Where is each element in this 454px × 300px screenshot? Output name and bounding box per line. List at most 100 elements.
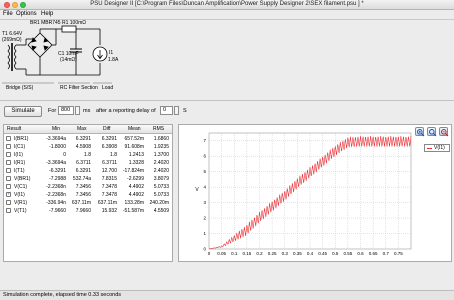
bridge-rectifier-symbol <box>26 29 53 76</box>
row-min: -6.3291 <box>49 168 66 174</box>
row-mean: 4.4902 <box>128 192 144 198</box>
x-tick-label: 0.25 <box>268 251 277 256</box>
menu-options[interactable]: Options <box>16 11 37 17</box>
row-name: I(C1) <box>14 144 26 150</box>
menu-help[interactable]: Help <box>41 11 53 17</box>
duration-input[interactable]: 800 <box>58 106 74 115</box>
rectifier-label: BR1 MBR745 <box>30 20 61 26</box>
schematic-canvas[interactable]: BR1 MBR745 T1 6.64V (269mΩ) R1 100mΩ C1 … <box>0 20 454 99</box>
row-max: 6.3291 <box>75 168 91 174</box>
row-diff: 6.3711 <box>102 160 117 166</box>
y-tick-label: 3 <box>203 200 206 205</box>
delay-stepper[interactable] <box>174 106 179 115</box>
table-row[interactable]: I(T1) -6.3291 6.3291 12.700 -17.824m 2.4020 <box>4 167 172 175</box>
row-mean: 657.52m <box>124 136 144 142</box>
row-mean: 1.2413 <box>128 152 144 158</box>
close-window-button[interactable] <box>4 2 10 8</box>
row-checkbox[interactable] <box>6 152 11 157</box>
row-checkbox[interactable] <box>6 184 11 189</box>
row-rms: 3.8079 <box>153 176 169 182</box>
x-tick-label: 0.4 <box>307 251 314 256</box>
ms-label: ms <box>83 108 91 114</box>
maximize-window-button[interactable] <box>20 2 26 8</box>
x-tick-label: 0.55 <box>343 251 352 256</box>
resistor-symbol <box>61 25 77 33</box>
row-name: V(C1) <box>14 184 28 190</box>
table-row[interactable]: V(T1) -7.9660 7.9660 15.932 -51.587m 4.5509 <box>4 207 172 215</box>
table-row[interactable]: V(R1) -336.94n 637.11m 637.11m 133.28m 240.20… <box>4 199 172 207</box>
row-name: I(R1) <box>14 160 26 166</box>
row-checkbox[interactable] <box>6 176 11 181</box>
resistor-label: R1 100mΩ <box>62 20 87 26</box>
row-checkbox[interactable] <box>6 144 11 149</box>
row-mean: -51.587m <box>122 208 144 214</box>
table-row[interactable]: I(R1) -3.3694a 6.3711 6.3711 1.3328 2.4020 <box>4 159 172 167</box>
delay-input[interactable]: 0 <box>160 106 173 115</box>
col-diff[interactable]: Diff <box>103 126 110 132</box>
y-tick-label: 6 <box>203 154 206 159</box>
x-tick-label: 0 <box>208 251 211 256</box>
x-tick-label: 0.15 <box>242 251 251 256</box>
table-row[interactable]: I(I1) 0 1.8 1.8 1.2413 1.3700 <box>4 151 172 159</box>
row-checkbox[interactable] <box>6 208 11 213</box>
row-rms: 240.20m <box>149 200 169 206</box>
table-row[interactable]: ✓ V(I1) -2.2368n 7.3456 7.3478 4.4902 5.0733 <box>4 191 172 199</box>
x-tick-label: 0.35 <box>293 251 302 256</box>
status-bar: Simulation complete, elapsed time 0.33 s… <box>0 290 454 300</box>
current-source-symbol <box>92 46 108 62</box>
x-tick-label: 0.5 <box>332 251 339 256</box>
table-row[interactable]: V(C1) -2.2368n 7.3456 7.3478 4.4902 5.0733 <box>4 183 172 191</box>
y-tick-label: 1 <box>203 231 206 236</box>
col-result[interactable]: Result <box>7 126 21 132</box>
row-checkbox[interactable] <box>6 200 11 205</box>
row-rms: 4.5509 <box>153 208 169 214</box>
y-axis-label: V <box>195 187 199 193</box>
capacitor-sub-label: (14mΩ) <box>60 57 77 63</box>
row-rms: 5.0733 <box>153 192 169 198</box>
table-row[interactable]: V(BR1) -7.2988 532.74a 7.8315 -2.6299 3.8079 <box>4 175 172 183</box>
col-max[interactable]: Max <box>77 126 86 132</box>
col-min[interactable]: Min <box>52 126 60 132</box>
row-checkbox[interactable] <box>6 168 11 173</box>
row-name: V(I1) <box>14 192 25 198</box>
x-tick-label: 0.65 <box>369 251 378 256</box>
menu-file[interactable]: File <box>3 11 13 17</box>
row-checkbox[interactable] <box>6 160 11 165</box>
row-diff: 637.11m <box>97 200 117 206</box>
row-diff: 15.932 <box>101 208 117 214</box>
legend-series-name: V(I1) <box>434 145 445 151</box>
row-max: 7.3456 <box>75 192 91 198</box>
row-diff: 7.8315 <box>101 176 117 182</box>
row-checkbox[interactable]: ✓ <box>6 192 11 197</box>
row-min: -2.2368n <box>46 184 66 190</box>
row-name: V(T1) <box>14 208 27 214</box>
table-row[interactable]: I(BR1) -3.3694a 6.3291 6.3291 657.52m 1.6860 <box>4 135 172 143</box>
title-bar: PSU Designer II [C:\Program Files\Duncan… <box>0 0 454 10</box>
row-diff: 6.3908 <box>101 144 117 150</box>
row-rms: 1.9235 <box>153 144 169 150</box>
col-mean[interactable]: Mean <box>128 126 141 132</box>
x-tick-label: 0.45 <box>318 251 327 256</box>
row-checkbox[interactable] <box>6 136 11 141</box>
row-diff: 7.3478 <box>101 192 117 198</box>
simulate-button[interactable]: Simulate <box>4 106 42 117</box>
table-row[interactable]: I(C1) -1.8000 4.5908 6.3908 91.608m 1.9235 <box>4 143 172 151</box>
divider <box>0 100 454 101</box>
status-text: Simulation complete, elapsed time 0.33 s… <box>3 292 122 298</box>
row-diff: 1.8 <box>110 152 117 158</box>
row-max: 637.11m <box>71 200 91 206</box>
duration-stepper[interactable] <box>75 106 80 115</box>
window-title: PSU Designer II [C:\Program Files\Duncan… <box>90 1 364 7</box>
for-label: For <box>48 108 57 114</box>
y-tick-label: 4 <box>203 185 206 190</box>
row-min: -336.94n <box>46 200 66 206</box>
waveform-chart[interactable]: 0 0.05 0.1 0.15 0.2 0.25 0.3 0.35 0.4 0.45 0.5 0.55… <box>178 124 452 262</box>
x-tick-label: 0.3 <box>282 251 289 256</box>
row-max: 7.3456 <box>75 184 91 190</box>
minimize-window-button[interactable] <box>12 2 18 8</box>
legend-swatch <box>427 148 432 149</box>
row-max: 6.3291 <box>75 136 91 142</box>
x-tick-label: 0.1 <box>231 251 238 256</box>
row-name: I(I1) <box>14 152 23 158</box>
col-rms[interactable]: RMS <box>153 126 164 132</box>
